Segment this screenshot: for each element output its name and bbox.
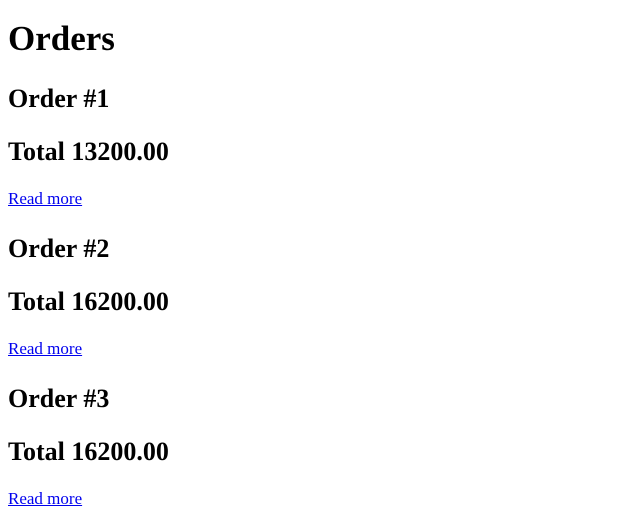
page-title: Orders [8,19,115,58]
read-more-link[interactable]: Read more [8,490,82,507]
read-more-link[interactable]: Read more [8,340,82,357]
order-total: Total 16200.00 [8,287,169,316]
order-title: Order #1 [8,84,110,113]
order-total: Total 13200.00 [8,137,169,166]
order-title: Order #2 [8,234,110,263]
order-total: Total 16200.00 [8,437,169,466]
read-more-link[interactable]: Read more [8,190,82,207]
orders-page: Orders Order #1 Total 13200.00 Read more… [0,0,625,532]
order-title: Order #3 [8,384,110,413]
